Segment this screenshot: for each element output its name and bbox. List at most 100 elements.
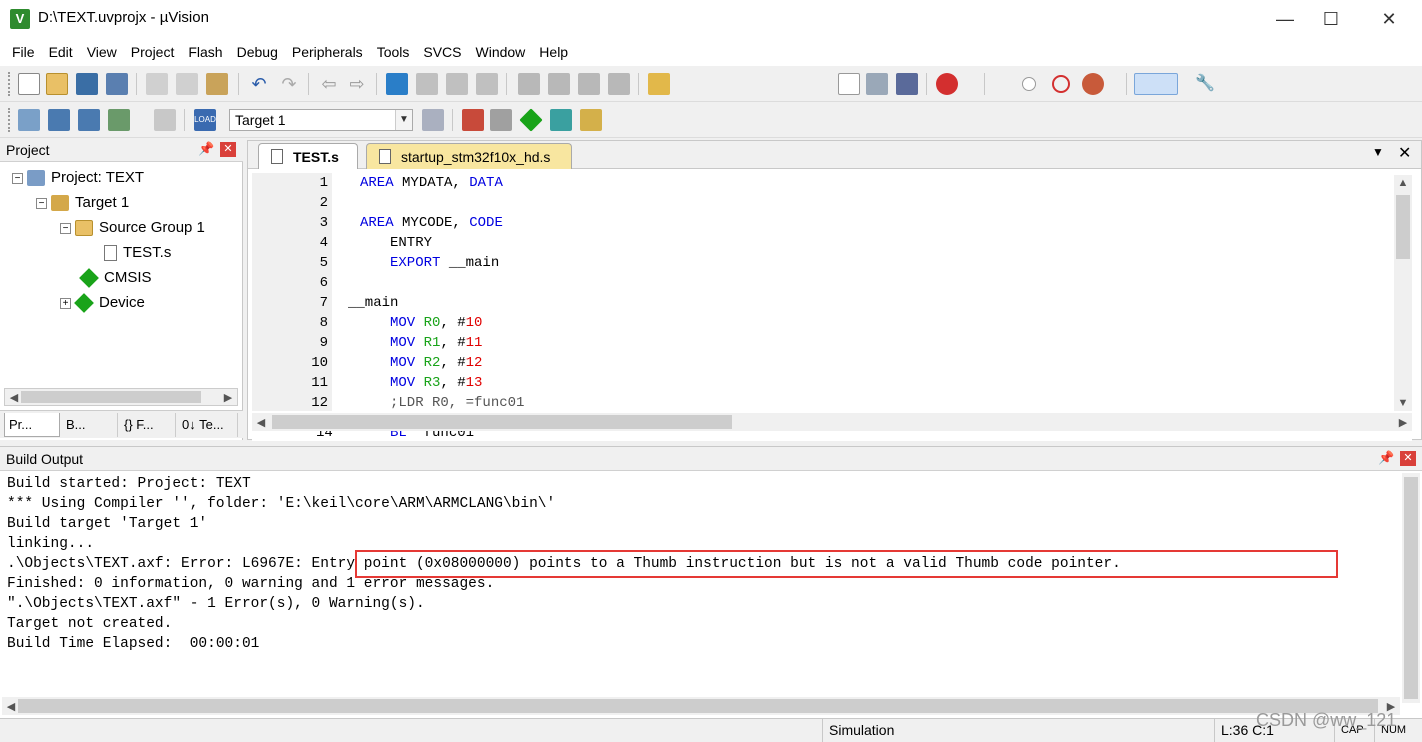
file-extensions-icon[interactable]: [462, 109, 484, 131]
menu-project[interactable]: Project: [124, 38, 182, 66]
batch-build-icon[interactable]: [108, 109, 130, 131]
find-in-files-icon[interactable]: [648, 73, 670, 95]
scrollbar-thumb[interactable]: [1396, 195, 1410, 259]
clear-bookmarks-icon[interactable]: [476, 73, 498, 95]
stop-build-icon[interactable]: [154, 109, 176, 131]
bookmark-icon[interactable]: [386, 73, 408, 95]
collapse-icon[interactable]: −: [36, 197, 47, 209]
scroll-right-icon[interactable]: ▶: [219, 391, 237, 404]
unindent-icon[interactable]: [548, 73, 570, 95]
configure-wrench-icon[interactable]: 🔧: [1194, 73, 1216, 95]
menu-view[interactable]: View: [80, 38, 124, 66]
close-icon[interactable]: ✕: [1400, 451, 1416, 466]
select-pack-icon[interactable]: [550, 109, 572, 131]
comment-icon[interactable]: [578, 73, 600, 95]
code-text-area[interactable]: AREA MYDATA, DATA AREA MYCODE, CODE ENTR…: [348, 173, 1388, 411]
pin-icon[interactable]: 📌: [1378, 450, 1394, 466]
menu-debug[interactable]: Debug: [230, 38, 285, 66]
menu-help[interactable]: Help: [532, 38, 575, 66]
tree-node-target[interactable]: − Target 1: [36, 190, 129, 215]
breakpoint-disable-all-icon[interactable]: [1052, 75, 1070, 93]
download-load-icon[interactable]: LOAD: [194, 109, 216, 131]
tree-node-device[interactable]: + Device: [60, 290, 145, 315]
navigate-forward-icon[interactable]: ⇨: [346, 73, 368, 95]
scroll-up-icon[interactable]: ▲: [1394, 177, 1412, 189]
tab-templates[interactable]: 0↓ Te...: [178, 413, 238, 437]
minimize-button[interactable]: —: [1262, 0, 1308, 38]
tree-node-project[interactable]: − Project: TEXT: [12, 165, 144, 190]
target-options-icon[interactable]: [422, 109, 444, 131]
scrollbar-thumb[interactable]: [18, 699, 1378, 713]
tree-node-file[interactable]: TEST.s: [104, 240, 171, 265]
undo-icon[interactable]: ↶: [248, 73, 270, 95]
translate-icon[interactable]: [18, 109, 40, 131]
tree-node-source-group[interactable]: − Source Group 1: [60, 215, 205, 240]
debug-session-icon[interactable]: [936, 73, 958, 95]
breakpoint-enable-icon[interactable]: [1022, 77, 1036, 91]
pin-icon[interactable]: 📌: [198, 141, 214, 157]
tab-test-s[interactable]: TEST.s: [258, 143, 358, 169]
menu-window[interactable]: Window: [469, 38, 533, 66]
tab-startup-file[interactable]: startup_stm32f10x_hd.s: [366, 143, 572, 169]
window-layout-icon[interactable]: [1134, 73, 1178, 95]
uncomment-icon[interactable]: [608, 73, 630, 95]
code-line: MOV R1, #11: [390, 335, 483, 351]
prev-bookmark-icon[interactable]: [416, 73, 438, 95]
project-horizontal-scrollbar[interactable]: ◀ ▶: [4, 388, 238, 406]
next-bookmark-icon[interactable]: [446, 73, 468, 95]
expand-icon[interactable]: +: [60, 297, 71, 309]
close-icon[interactable]: ✕: [1398, 143, 1411, 163]
collapse-icon[interactable]: −: [60, 222, 71, 234]
scroll-left-icon[interactable]: ◀: [252, 416, 270, 429]
scrollbar-thumb[interactable]: [1404, 477, 1418, 699]
build-vertical-scrollbar[interactable]: [1402, 473, 1420, 703]
find-combo-dropdown-icon[interactable]: [838, 73, 860, 95]
scrollbar-thumb[interactable]: [21, 391, 201, 403]
save-all-icon[interactable]: [106, 73, 128, 95]
incremental-find-icon[interactable]: [896, 73, 918, 95]
scroll-down-icon[interactable]: ▼: [1394, 397, 1412, 409]
target-select[interactable]: Target 1 ▼: [229, 109, 413, 131]
pack-installer-icon[interactable]: [580, 109, 602, 131]
build-horizontal-scrollbar[interactable]: ◀ ▶: [2, 697, 1400, 715]
scrollbar-thumb[interactable]: [272, 415, 732, 429]
chevron-down-icon[interactable]: ▼: [395, 110, 412, 130]
menu-svcs[interactable]: SVCS: [416, 38, 468, 66]
menu-file[interactable]: File: [0, 38, 42, 66]
chevron-down-icon[interactable]: ▼: [1372, 145, 1384, 159]
editor-vertical-scrollbar[interactable]: ▲ ▼: [1394, 175, 1412, 411]
toolbar-grip[interactable]: [8, 72, 12, 96]
maximize-button[interactable]: ☐: [1308, 0, 1354, 38]
indent-icon[interactable]: [518, 73, 540, 95]
build-icon[interactable]: [48, 109, 70, 131]
project-panel-header: Project 📌 ✕: [0, 138, 243, 162]
collapse-icon[interactable]: −: [12, 172, 23, 184]
redo-icon[interactable]: ↷: [278, 73, 300, 95]
paste-icon[interactable]: [206, 73, 228, 95]
save-icon[interactable]: [76, 73, 98, 95]
rebuild-icon[interactable]: [78, 109, 100, 131]
menu-peripherals[interactable]: Peripherals: [285, 38, 370, 66]
open-file-icon[interactable]: [46, 73, 68, 95]
find-icon[interactable]: [866, 73, 888, 95]
manage-runtime-icon[interactable]: [519, 108, 543, 132]
tab-books[interactable]: B...: [62, 413, 118, 437]
close-window-button[interactable]: ✕: [1366, 0, 1412, 38]
breakpoint-kill-all-icon[interactable]: [1082, 73, 1104, 95]
navigate-back-icon[interactable]: ⇦: [318, 73, 340, 95]
editor-horizontal-scrollbar[interactable]: ◀ ▶: [252, 413, 1412, 431]
close-icon[interactable]: ✕: [220, 142, 236, 157]
toolbar-grip[interactable]: [8, 108, 12, 132]
menu-flash[interactable]: Flash: [181, 38, 229, 66]
books-icon[interactable]: [490, 109, 512, 131]
tab-project[interactable]: Pr...: [4, 413, 60, 437]
tab-functions[interactable]: {} F...: [120, 413, 176, 437]
menu-edit[interactable]: Edit: [42, 38, 80, 66]
tree-node-cmsis[interactable]: CMSIS: [79, 265, 152, 290]
new-file-icon[interactable]: [18, 73, 40, 95]
cut-icon[interactable]: [146, 73, 168, 95]
menu-tools[interactable]: Tools: [370, 38, 417, 66]
scroll-right-icon[interactable]: ▶: [1394, 416, 1412, 429]
copy-icon[interactable]: [176, 73, 198, 95]
line-number: 4: [319, 235, 328, 251]
